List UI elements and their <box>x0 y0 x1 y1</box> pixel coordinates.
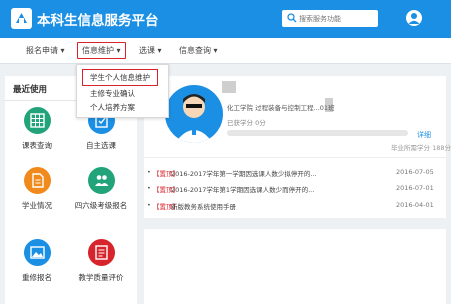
student-avatar-icon <box>165 85 223 143</box>
info-maintenance-dropdown: 学生个人信息维护 主修专业确认 个人培养方案 <box>76 64 169 118</box>
notice-title[interactable]: 2016-2017学年第1学期因选课人数少而停开的... <box>171 184 314 194</box>
nav-info-maintenance[interactable]: 信息维护 ▾ <box>77 42 126 59</box>
notice-item[interactable]: • 【置顶】 2016-2017学年第一学期因选课人数少拟停开的... 2016… <box>144 168 446 180</box>
main-nav: 报名申请 ▾ 信息维护 ▾ 选课 ▾ 信息查询 ▾ <box>0 38 451 64</box>
divider <box>144 157 446 158</box>
tile-label: 学业情况 <box>22 201 52 210</box>
tile-label: 自主选课 <box>86 141 116 150</box>
app-title: 本科生信息服务平台 <box>37 13 159 29</box>
required-credits: 毕业所需学分 188分 <box>391 144 451 152</box>
credits-earned: 已获学分 0分 <box>227 119 266 127</box>
nav-info-query[interactable]: 信息查询 ▾ <box>179 45 218 56</box>
notice-title[interactable]: 新版教务系统使用手册 <box>171 201 236 211</box>
survey-icon <box>88 239 115 266</box>
bullet: • <box>147 184 151 192</box>
menu-item-student-info[interactable]: 学生个人信息维护 <box>82 69 158 86</box>
tile-label: 教学质量评价 <box>78 273 124 282</box>
tile-label: 课表查询 <box>22 141 52 150</box>
tile-teaching-evaluation[interactable]: 教学质量评价 <box>71 239 131 289</box>
tile-schedule-query[interactable]: 课表查询 <box>7 107 67 157</box>
user-avatar-icon[interactable] <box>406 10 422 26</box>
recent-use-title: 最近使用 <box>13 85 48 95</box>
detail-link[interactable]: 详细 <box>417 130 431 140</box>
tile-label: 重修报名 <box>22 273 52 282</box>
bullet: • <box>147 201 151 209</box>
nav-course-selection[interactable]: 选课 ▾ <box>139 45 162 56</box>
tile-academic-status[interactable]: 学业情况 <box>7 167 67 217</box>
notice-date: 2016-04-01 <box>396 201 434 209</box>
search-input[interactable] <box>299 12 375 25</box>
top-bar: 本科生信息服务平台 <box>0 0 451 38</box>
tile-cet-registration[interactable]: 四六级考级报名 <box>71 167 131 217</box>
notice-title[interactable]: 2016-2017学年第一学期因选课人数少拟停开的... <box>171 168 317 178</box>
calendar-grid-icon <box>24 107 51 134</box>
student-info-panel: 化工学院 过程装备与控制工程...01班 已获学分 0分 详细 毕业所需学分 1… <box>144 76 451 218</box>
class-info: 化工学院 过程装备与控制工程...01班 <box>227 104 335 112</box>
menu-item-training-plan[interactable]: 个人培养方案 <box>90 102 135 113</box>
people-icon <box>88 167 115 194</box>
notice-item[interactable]: • 【置顶】 新版教务系统使用手册 2016-04-01 <box>144 201 446 213</box>
tile-label: 四六级考级报名 <box>74 201 128 210</box>
search-box[interactable] <box>282 10 378 27</box>
nav-enrollment-apply[interactable]: 报名申请 ▾ <box>26 45 65 56</box>
image-icon <box>24 239 51 266</box>
credit-progress-bar <box>227 130 408 136</box>
notice-date: 2016-07-01 <box>396 184 434 192</box>
notice-item[interactable]: • 【置顶】 2016-2017学年第1学期因选课人数少而停开的... 2016… <box>144 184 446 196</box>
redacted-name <box>222 81 236 93</box>
tile-retake-registration[interactable]: 重修报名 <box>7 239 67 289</box>
logo-icon <box>11 8 32 29</box>
bullet: • <box>147 168 151 176</box>
document-icon <box>24 167 51 194</box>
search-icon <box>287 13 297 23</box>
notice-date: 2016-07-05 <box>396 168 434 176</box>
lower-panel <box>144 229 446 304</box>
menu-item-major-confirm[interactable]: 主修专业确认 <box>90 88 135 99</box>
